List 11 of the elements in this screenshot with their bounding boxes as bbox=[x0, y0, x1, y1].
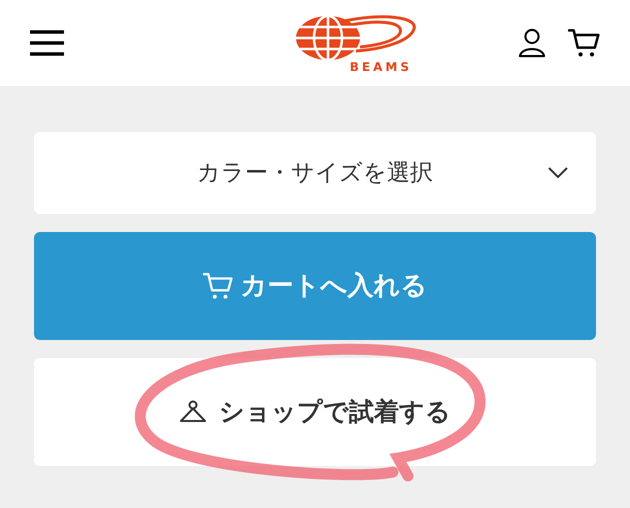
menu-icon[interactable] bbox=[30, 30, 64, 56]
globe-logo-icon[interactable] bbox=[294, 13, 418, 63]
hanger-icon bbox=[179, 400, 207, 424]
cart-icon bbox=[568, 28, 600, 58]
select-label: カラー・サイズを選択 bbox=[197, 158, 433, 188]
cart-icon bbox=[202, 272, 232, 300]
chevron-down-icon bbox=[548, 167, 568, 179]
user-icon[interactable] bbox=[518, 28, 546, 58]
color-size-select[interactable]: カラー・サイズを選択 bbox=[34, 132, 596, 214]
logo-text: BEAMS bbox=[350, 61, 412, 73]
try-in-shop-button[interactable]: ショップで試着する bbox=[34, 358, 596, 466]
